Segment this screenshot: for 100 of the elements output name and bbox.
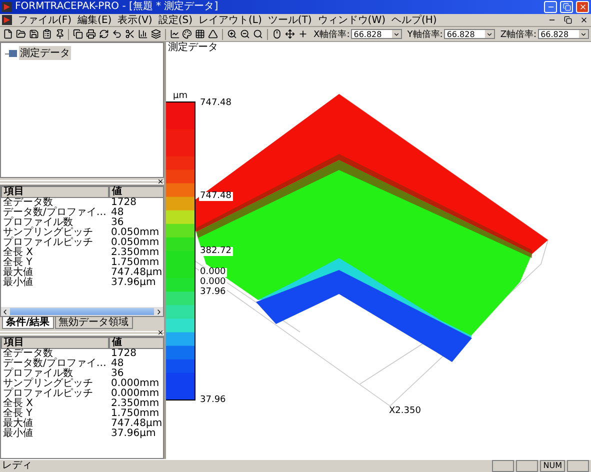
menu-item[interactable]: 設定(S): [158, 14, 192, 26]
scale-dropdown[interactable]: 66.828: [350, 29, 402, 39]
axis-label: 747.48: [199, 192, 232, 201]
scale-dropdown[interactable]: 66.828: [538, 29, 590, 39]
property-name: 全データ数: [2, 349, 53, 359]
property-name: プロファイルピッチ: [2, 389, 94, 399]
scale-label: 37.96: [199, 396, 227, 405]
menu-item[interactable]: ウィンドウ(W): [318, 14, 386, 26]
toolbar-button[interactable]: [136, 28, 149, 40]
close-icon: [580, 16, 588, 24]
property-name: プロファイル数: [2, 369, 74, 379]
menu-item[interactable]: ヘルプ(H): [392, 14, 437, 26]
property-value: 1728: [110, 198, 138, 208]
property-name: 全長 X: [2, 399, 34, 409]
property-value: 0.000mm: [110, 389, 160, 399]
bar-chart-icon: [138, 29, 148, 39]
app-logo-icon: [2, 2, 12, 12]
column-header[interactable]: 項目: [1, 337, 109, 349]
restore-icon: [564, 16, 572, 24]
scroll-right-icon[interactable]: [155, 308, 163, 316]
column-header[interactable]: 値: [109, 186, 163, 198]
property-name: 最大値: [2, 268, 34, 278]
property-value: 0.050mm: [110, 228, 160, 238]
palette-icon: [182, 29, 192, 39]
property-name: 全長 X: [2, 248, 34, 258]
close-icon: [578, 3, 586, 11]
close-icon[interactable]: [157, 178, 164, 185]
toolbar-button[interactable]: [168, 28, 181, 40]
horizontal-scrollbar[interactable]: [1, 307, 163, 316]
menu-item[interactable]: ツール(T): [268, 14, 312, 26]
toolbar-button[interactable]: [111, 28, 123, 40]
move-icon: [284, 29, 295, 39]
scroll-left-icon[interactable]: [1, 308, 9, 316]
property-name: 最大値: [2, 419, 34, 429]
toolbar-button[interactable]: [98, 28, 110, 40]
axis-label: 0.000: [199, 268, 227, 277]
tree-item[interactable]: 測定データ: [19, 46, 71, 60]
menu-item[interactable]: 表示(V): [118, 14, 152, 26]
toolbar-button[interactable]: [2, 28, 14, 40]
property-value: 48: [110, 208, 125, 218]
document-icon[interactable]: [2, 15, 12, 25]
toolbar-button[interactable]: [270, 28, 283, 40]
toolbar-button[interactable]: [284, 28, 296, 40]
save-icon: [28, 29, 39, 39]
toolbar-button[interactable]: [252, 28, 264, 40]
toolbar-button[interactable]: [182, 28, 194, 40]
layers-icon: [150, 29, 161, 39]
toolbar-button[interactable]: [296, 28, 309, 40]
property-value: 747.48µm: [110, 268, 163, 278]
plus-icon: [298, 29, 308, 39]
property-name: 全データ数: [2, 198, 53, 208]
toolbar-button[interactable]: [239, 28, 251, 40]
tab[interactable]: 条件/結果: [2, 317, 54, 329]
status-indicator: [567, 460, 589, 472]
search-icon: [252, 29, 263, 39]
toolbar-button[interactable]: [207, 28, 220, 40]
property-name: プロファイル数: [2, 218, 74, 228]
restore-icon: [562, 3, 570, 11]
restore-button[interactable]: [563, 16, 573, 24]
column-header[interactable]: 値: [109, 337, 163, 349]
toolbar-button[interactable]: [72, 28, 84, 40]
field-label: X軸倍率:: [314, 28, 350, 40]
close-icon[interactable]: [157, 329, 164, 336]
toolbar-button[interactable]: [150, 28, 162, 40]
toolbar-button[interactable]: [194, 28, 206, 40]
toolbar-button[interactable]: [40, 28, 53, 40]
data-node-icon: [5, 48, 17, 58]
window-title: FORMTRACEPAK-PRO - [無題 * 測定データ]: [15, 1, 220, 13]
menu-item[interactable]: レイアウト(L): [198, 14, 262, 26]
property-value: 2.350mm: [110, 399, 160, 409]
close-button[interactable]: [579, 16, 589, 24]
unit-label: µm: [172, 92, 188, 101]
property-value: 48: [110, 359, 125, 369]
folder-icon: [16, 29, 26, 39]
menu-item[interactable]: ファイル(F): [18, 14, 72, 26]
toolbar-button[interactable]: [54, 28, 66, 40]
toolbar-button[interactable]: [14, 28, 27, 40]
scale-label: 747.48: [199, 99, 232, 108]
minimize-button[interactable]: [544, 1, 557, 13]
property-value: 36: [110, 369, 124, 379]
toolbar-button[interactable]: [124, 28, 136, 40]
mouse-icon: [272, 29, 282, 39]
scale-dropdown[interactable]: 66.828: [444, 29, 496, 39]
toolbar-button[interactable]: [28, 28, 40, 40]
property-value: 1.750mm: [110, 409, 160, 419]
toolbar-button[interactable]: [226, 28, 238, 40]
menu-item[interactable]: 編集(E): [78, 14, 112, 26]
column-header[interactable]: 項目: [1, 186, 109, 198]
axis-label: 37.96: [199, 288, 227, 297]
zoom-in-icon: [227, 29, 238, 39]
property-name: 全長 Y: [2, 409, 32, 419]
file-icon: [2, 29, 13, 39]
tab[interactable]: 無効データ領域: [54, 317, 133, 329]
property-name: 最小値: [2, 429, 34, 439]
scroll-thumb[interactable]: [10, 308, 154, 315]
property-name: 最小値: [2, 278, 34, 288]
field-label: Y軸倍率:: [407, 28, 443, 40]
status-indicator: [492, 460, 514, 472]
toolbar-button[interactable]: [85, 28, 98, 40]
property-name: データ数/プロファイ…: [2, 359, 108, 369]
